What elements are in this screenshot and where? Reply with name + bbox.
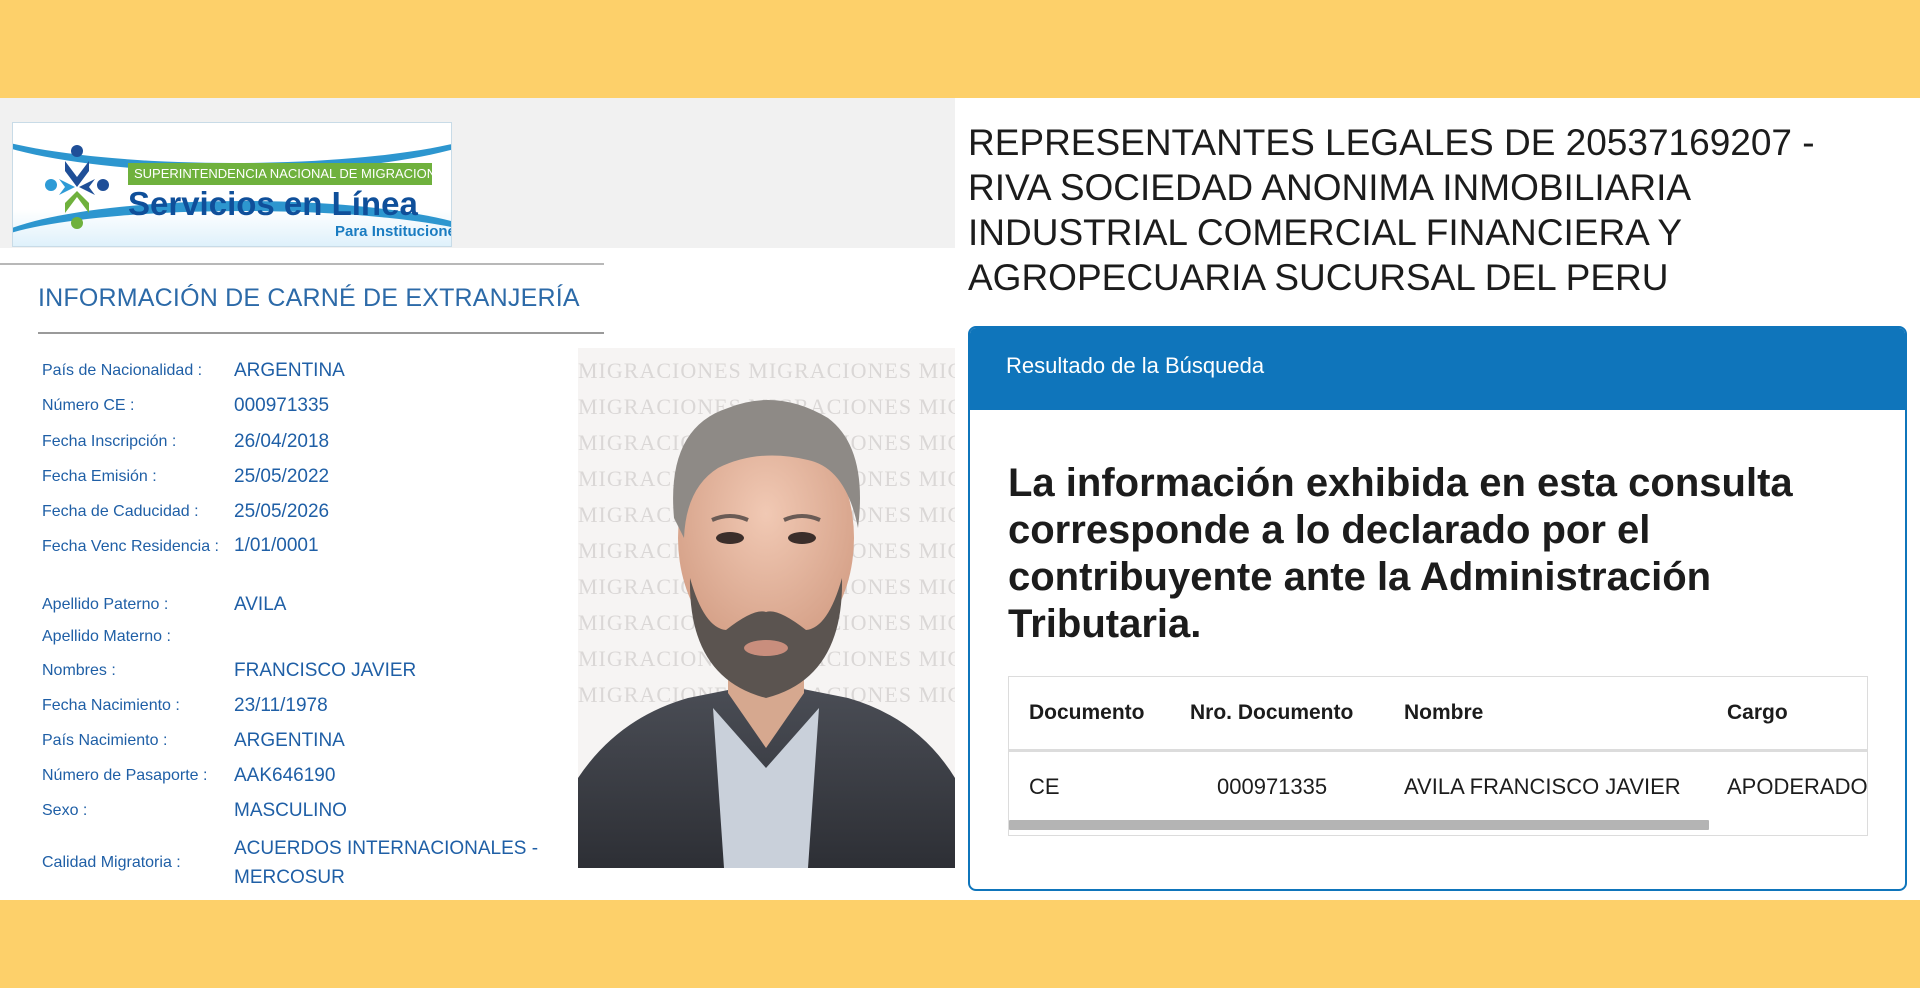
divider bbox=[0, 263, 604, 265]
info-label: Número CE : bbox=[42, 397, 135, 414]
info-value: 000971335 bbox=[234, 395, 330, 416]
table-cell-documento: CE bbox=[1029, 774, 1060, 799]
info-label: Fecha Venc Residencia : bbox=[42, 537, 219, 555]
section-title: INFORMACIÓN DE CARNÉ DE EXTRANJERÍA bbox=[38, 284, 580, 312]
info-label: Fecha de Caducidad : bbox=[42, 503, 199, 520]
info-row-numero-ce: Número CE : 000971335 bbox=[42, 395, 329, 417]
column-header-nro-documento: Nro. Documento bbox=[1190, 701, 1354, 724]
info-value: 23/11/1978 bbox=[234, 695, 328, 716]
info-value: AVILA bbox=[234, 594, 287, 615]
info-value: 26/04/2018 bbox=[234, 431, 330, 452]
info-row-apellido-materno: Apellido Materno : bbox=[42, 628, 234, 646]
result-card-title: Resultado de la Búsqueda bbox=[1006, 353, 1265, 378]
info-row-fecha-inscripcion: Fecha Inscripción : 26/04/2018 bbox=[42, 431, 329, 453]
migraciones-logo: SUPERINTENDENCIA NACIONAL DE MIGRACIONES… bbox=[12, 122, 452, 247]
info-label: Fecha Inscripción : bbox=[42, 433, 177, 450]
info-row-sexo: Sexo : MASCULINO bbox=[42, 800, 347, 822]
divider bbox=[38, 332, 604, 334]
info-row-apellido-paterno: Apellido Paterno : AVILA bbox=[42, 594, 286, 616]
info-value: AAK646190 bbox=[234, 765, 336, 786]
info-label: Fecha Nacimiento : bbox=[42, 697, 180, 714]
info-value: 25/05/2026 bbox=[234, 501, 330, 522]
info-label: País Nacimiento : bbox=[42, 732, 168, 749]
table-horizontal-scrollbar[interactable] bbox=[1009, 820, 1709, 830]
info-label: País de Nacionalidad : bbox=[42, 362, 203, 379]
info-row-nacionalidad: País de Nacionalidad : ARGENTINA bbox=[42, 360, 345, 382]
result-notice: La información exhibida en esta consulta… bbox=[1008, 461, 1793, 646]
info-label: Fecha Emisión : bbox=[42, 468, 157, 485]
bottom-band bbox=[0, 900, 1920, 988]
info-row-nombres: Nombres : FRANCISCO JAVIER bbox=[42, 660, 416, 682]
info-value: MASCULINO bbox=[234, 800, 347, 821]
info-label: Sexo : bbox=[42, 802, 88, 819]
column-header-nombre: Nombre bbox=[1404, 701, 1484, 724]
info-label: Calidad Migratoria : bbox=[42, 854, 181, 871]
legal-reps-table: Documento Nro. Documento Nombre Cargo CE… bbox=[1008, 676, 1868, 836]
info-value: ARGENTINA bbox=[234, 730, 345, 751]
logo-banner: SUPERINTENDENCIA NACIONAL DE MIGRACIONES bbox=[128, 163, 451, 185]
result-card-header: Resultado de la Búsqueda bbox=[970, 328, 1905, 410]
info-row-pasaporte: Número de Pasaporte : AAK646190 bbox=[42, 765, 335, 787]
info-row-fecha-nacimiento: Fecha Nacimiento : 23/11/1978 bbox=[42, 695, 328, 717]
info-value: 25/05/2022 bbox=[234, 466, 330, 487]
logo-subtitle: Para Instituciones bbox=[335, 223, 452, 240]
logo-title: Servicios en Línea bbox=[128, 185, 418, 222]
info-value: ARGENTINA bbox=[234, 360, 345, 381]
migraciones-panel: SUPERINTENDENCIA NACIONAL DE MIGRACIONES… bbox=[0, 98, 955, 900]
legal-reps-title: REPRESENTANTES LEGALES DE 20537169207 - … bbox=[968, 122, 1815, 298]
info-label: Apellido Materno : bbox=[42, 628, 171, 645]
info-row-fecha-venc-residencia: Fecha Venc Residencia : 1/01/0001 bbox=[42, 535, 319, 557]
info-value: FRANCISCO JAVIER bbox=[234, 660, 417, 681]
migraciones-emblem-icon bbox=[45, 145, 109, 229]
top-band bbox=[0, 0, 1920, 98]
table-cell-nombre: AVILA FRANCISCO JAVIER bbox=[1404, 774, 1681, 799]
info-label: Nombres : bbox=[42, 662, 116, 679]
info-value: 1/01/0001 bbox=[234, 535, 319, 556]
result-card: Resultado de la Búsqueda La información … bbox=[968, 326, 1907, 891]
table-header: Documento Nro. Documento Nombre Cargo bbox=[1009, 677, 1867, 752]
table-cell-nro-documento: 000971335 bbox=[1217, 774, 1328, 799]
info-row-fecha-emision: Fecha Emisión : 25/05/2022 bbox=[42, 466, 329, 488]
info-row-fecha-caducidad: Fecha de Caducidad : 25/05/2026 bbox=[42, 501, 329, 523]
ce-photo: MIGRACIONES MIGRACIONES MIGRACIONES MIGR… bbox=[578, 348, 955, 868]
table-row: CE 000971335 AVILA FRANCISCO JAVIER APOD… bbox=[1009, 752, 1867, 820]
portrait-photo bbox=[578, 400, 955, 868]
table-cell-cargo: APODERADO bbox=[1727, 774, 1868, 799]
info-row-calidad-migratoria: Calidad Migratoria : ACUERDOS INTERNACIO… bbox=[42, 834, 564, 892]
info-label: Apellido Paterno : bbox=[42, 596, 169, 613]
info-row-pais-nacimiento: País Nacimiento : ARGENTINA bbox=[42, 730, 345, 752]
info-label: Número de Pasaporte : bbox=[42, 767, 208, 784]
column-header-documento: Documento bbox=[1029, 701, 1145, 724]
info-value: ACUERDOS INTERNACIONALES - MERCOSUR bbox=[234, 838, 539, 888]
column-header-cargo: Cargo bbox=[1727, 701, 1788, 724]
